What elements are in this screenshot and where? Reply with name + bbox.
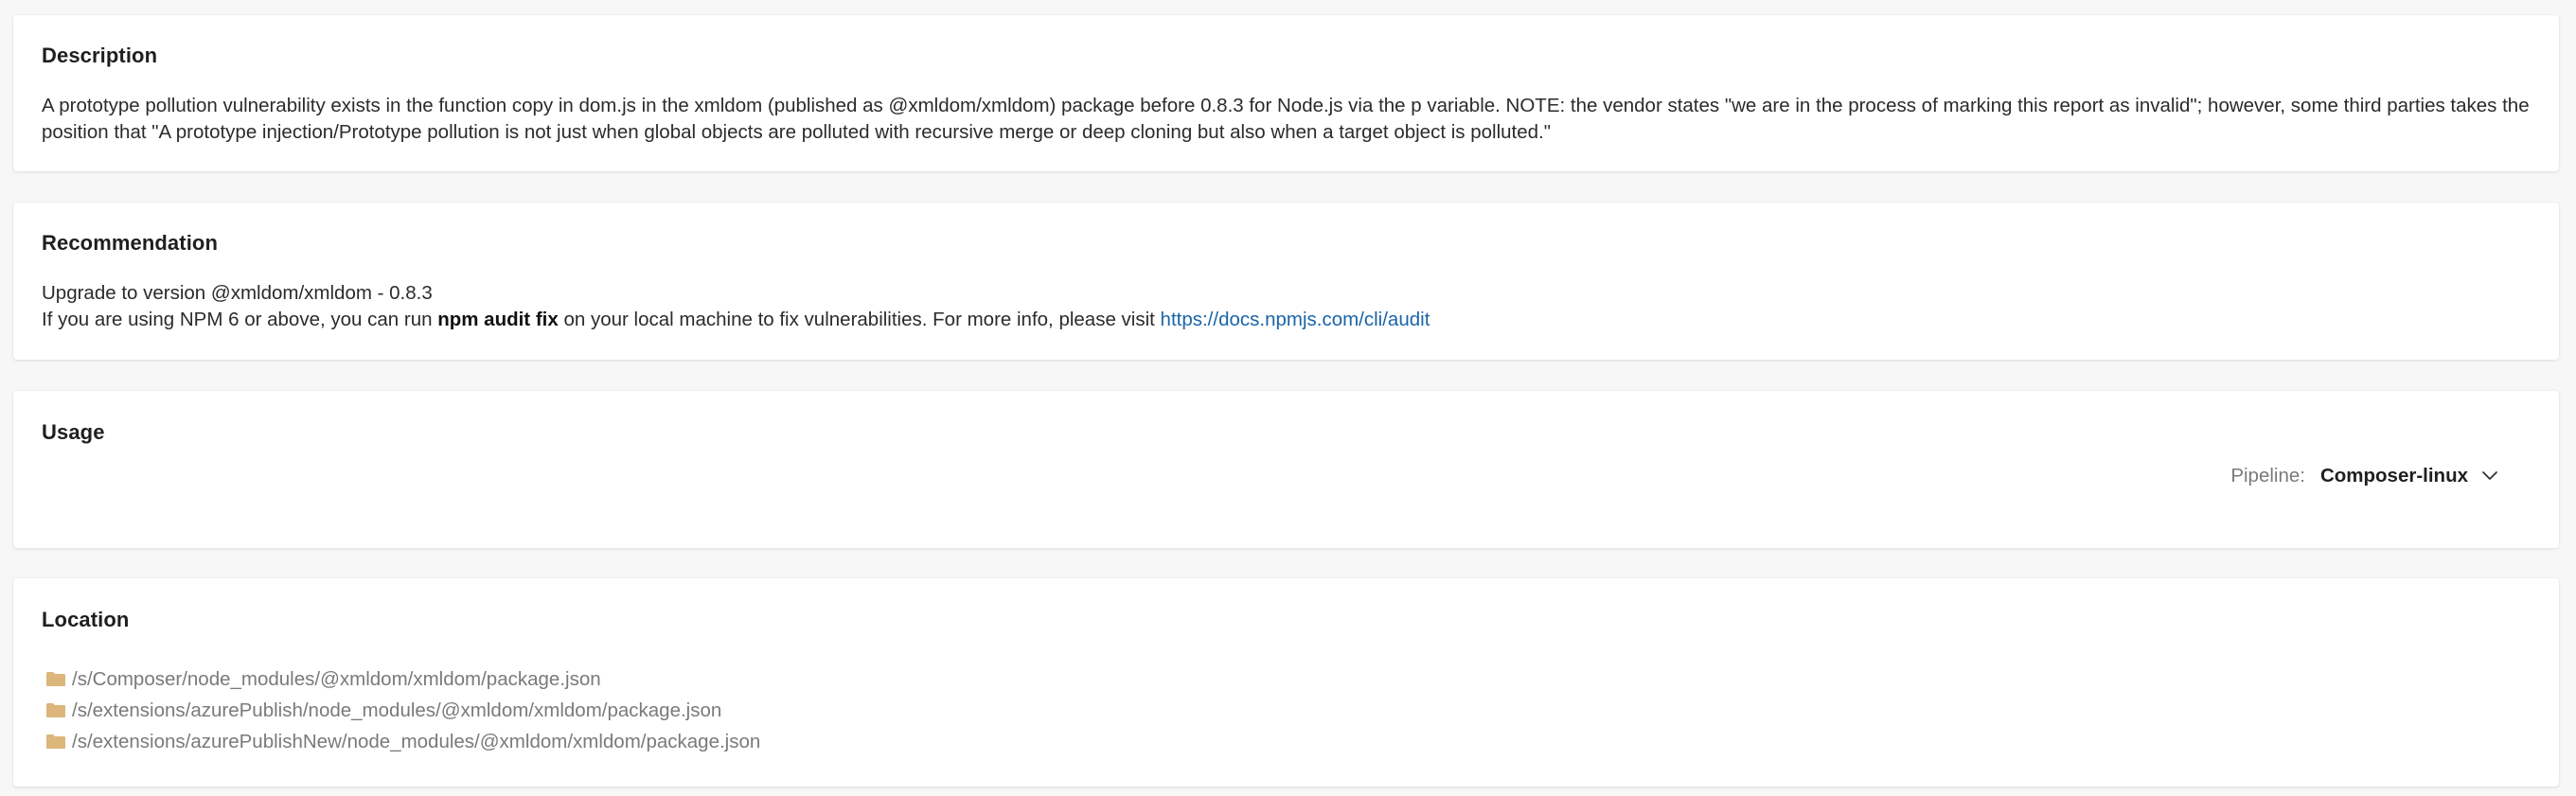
location-path-item: /s/extensions/azurePublishNew/node_modul… (45, 726, 760, 757)
location-path-list: /s/Composer/node_modules/@xmldom/xmldom/… (45, 663, 760, 757)
location-path-text: /s/extensions/azurePublishNew/node_modul… (72, 730, 761, 752)
folder-icon (46, 703, 65, 717)
npm-audit-instruction: If you are using NPM 6 or above, you can… (42, 307, 1430, 333)
location-path-text: /s/Composer/node_modules/@xmldom/xmldom/… (72, 667, 601, 690)
pipeline-selected-value[interactable]: Composer-linux (2320, 465, 2468, 487)
recommendation-card: Recommendation Upgrade to version @xmldo… (13, 203, 2559, 360)
pipeline-label: Pipeline: (2230, 465, 2305, 486)
recommendation-title: Recommendation (42, 231, 218, 255)
folder-icon (46, 672, 65, 686)
description-text: A prototype pollution vulnerability exis… (42, 95, 2530, 143)
usage-title: Usage (42, 420, 105, 444)
location-path-item: /s/extensions/azurePublish/node_modules/… (45, 695, 760, 726)
folder-icon (46, 734, 65, 749)
description-title: Description (42, 44, 158, 67)
location-card: Location /s/Composer/node_modules/@xmldo… (13, 578, 2559, 787)
npm-audit-command: npm audit fix (437, 309, 559, 330)
npm-audit-docs-link[interactable]: https://docs.npmjs.com/cli/audit (1161, 309, 1430, 330)
vulnerability-details-page: Description A prototype pollution vulner… (0, 0, 2576, 796)
npm-suffix-text: on your local machine to fix vulnerabili… (558, 309, 1161, 330)
location-path-text: /s/extensions/azurePublish/node_modules/… (72, 699, 722, 721)
location-title: Location (42, 608, 130, 631)
chevron-down-icon[interactable] (2481, 470, 2498, 482)
npm-prefix-text: If you are using NPM 6 or above, you can… (42, 309, 438, 330)
pipeline-dropdown[interactable]: Pipeline: Composer-linux (2230, 465, 2498, 487)
location-path-item: /s/Composer/node_modules/@xmldom/xmldom/… (45, 663, 760, 695)
usage-card: Usage Pipeline: Composer-linux (13, 391, 2559, 548)
description-card: Description A prototype pollution vulner… (13, 15, 2559, 171)
upgrade-text: Upgrade to version @xmldom/xmldom - 0.8.… (42, 282, 433, 304)
